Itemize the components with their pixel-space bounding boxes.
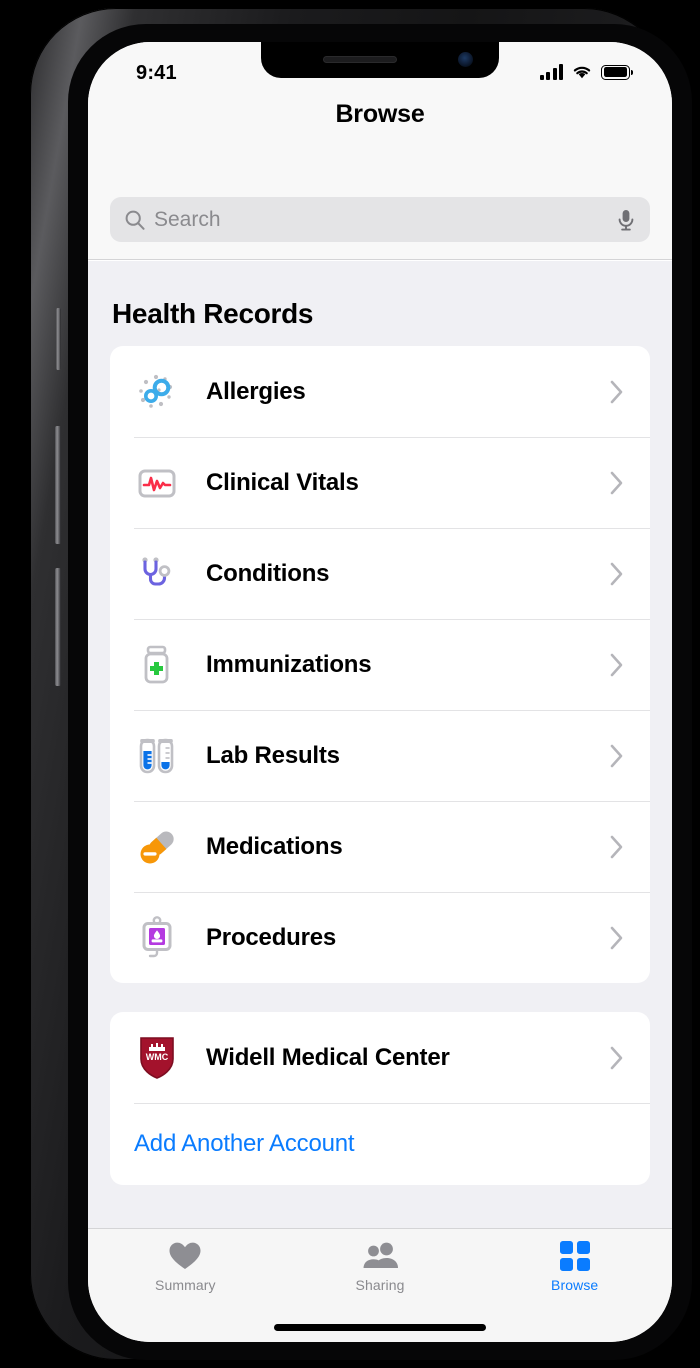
notch xyxy=(261,42,499,78)
chevron-right-icon xyxy=(610,653,623,676)
tab-summary[interactable]: Summary xyxy=(88,1229,283,1342)
tab-label: Sharing xyxy=(355,1277,405,1293)
grid-icon xyxy=(559,1239,591,1273)
medications-icon xyxy=(134,824,180,870)
list-item-label: Allergies xyxy=(206,377,306,405)
list-item-label: Procedures xyxy=(206,923,337,951)
list-item-procedures[interactable]: Procedures xyxy=(110,892,650,983)
phone-screen: 9:41 Browse Search Health Records Allerg… xyxy=(88,42,672,1342)
silent-switch-button[interactable] xyxy=(56,308,61,370)
signal-bars-icon xyxy=(539,64,563,80)
list-item-label: Clinical Vitals xyxy=(206,468,359,496)
tab-browse[interactable]: Browse xyxy=(477,1229,672,1342)
page-title: Browse xyxy=(335,100,425,128)
heart-icon xyxy=(168,1239,202,1273)
status-icons xyxy=(539,64,633,80)
chevron-right-icon xyxy=(610,562,623,585)
search-bar[interactable] xyxy=(110,197,650,242)
people-icon xyxy=(361,1239,399,1273)
search-icon xyxy=(125,210,145,230)
list-item-label: Lab Results xyxy=(206,741,340,769)
lab-results-icon xyxy=(134,733,180,779)
conditions-icon xyxy=(134,551,180,597)
chevron-right-icon xyxy=(610,380,623,403)
accounts-card: WMC Widell Medical Center Add Another Ac… xyxy=(110,1012,650,1185)
chevron-right-icon xyxy=(610,1046,623,1069)
wifi-icon xyxy=(573,66,591,79)
health-records-card: Allergies Clinical Vitals Conditions Imm… xyxy=(110,346,650,983)
front-camera-icon xyxy=(458,52,473,67)
add-another-account-button[interactable]: Add Another Account xyxy=(110,1103,650,1185)
list-item-label: Medications xyxy=(206,832,343,860)
list-item-clinical-vitals[interactable]: Clinical Vitals xyxy=(110,437,650,528)
list-item-allergies[interactable]: Allergies xyxy=(110,346,650,437)
phone-frame: 9:41 Browse Search Health Records Allerg… xyxy=(30,8,692,1360)
content-scroll-area[interactable]: Health Records Allergies Clinical Vitals… xyxy=(88,261,672,1228)
list-item-label: Immunizations xyxy=(206,650,372,678)
clinical-vitals-icon xyxy=(134,460,180,506)
volume-up-button[interactable] xyxy=(55,426,61,544)
add-another-account-label: Add Another Account xyxy=(134,1130,355,1157)
status-time: 9:41 xyxy=(136,62,177,84)
speaker-grille-icon xyxy=(323,56,397,63)
allergies-icon xyxy=(134,369,180,415)
immunizations-icon xyxy=(134,642,180,688)
list-item-conditions[interactable]: Conditions xyxy=(110,528,650,619)
microphone-icon[interactable] xyxy=(616,208,636,232)
widell-medical-center-logo: WMC xyxy=(134,1035,180,1081)
tab-label: Summary xyxy=(155,1277,216,1293)
home-indicator[interactable] xyxy=(274,1324,486,1331)
chevron-right-icon xyxy=(610,744,623,767)
chevron-right-icon xyxy=(610,471,623,494)
tab-label: Browse xyxy=(551,1277,599,1293)
search-input[interactable] xyxy=(154,207,616,232)
list-item-lab-results[interactable]: Lab Results xyxy=(110,710,650,801)
svg-text:WMC: WMC xyxy=(146,1052,169,1062)
chevron-right-icon xyxy=(610,926,623,949)
chevron-right-icon xyxy=(610,835,623,858)
list-item-label: Conditions xyxy=(206,559,330,587)
list-item-widell-medical-center[interactable]: WMC Widell Medical Center xyxy=(110,1012,650,1103)
volume-down-button[interactable] xyxy=(55,568,61,686)
list-item-medications[interactable]: Medications xyxy=(110,801,650,892)
list-item-label: Widell Medical Center xyxy=(206,1043,450,1071)
procedures-icon xyxy=(134,915,180,961)
list-item-immunizations[interactable]: Immunizations xyxy=(110,619,650,710)
battery-icon xyxy=(601,64,633,80)
section-title: Health Records xyxy=(112,298,314,329)
